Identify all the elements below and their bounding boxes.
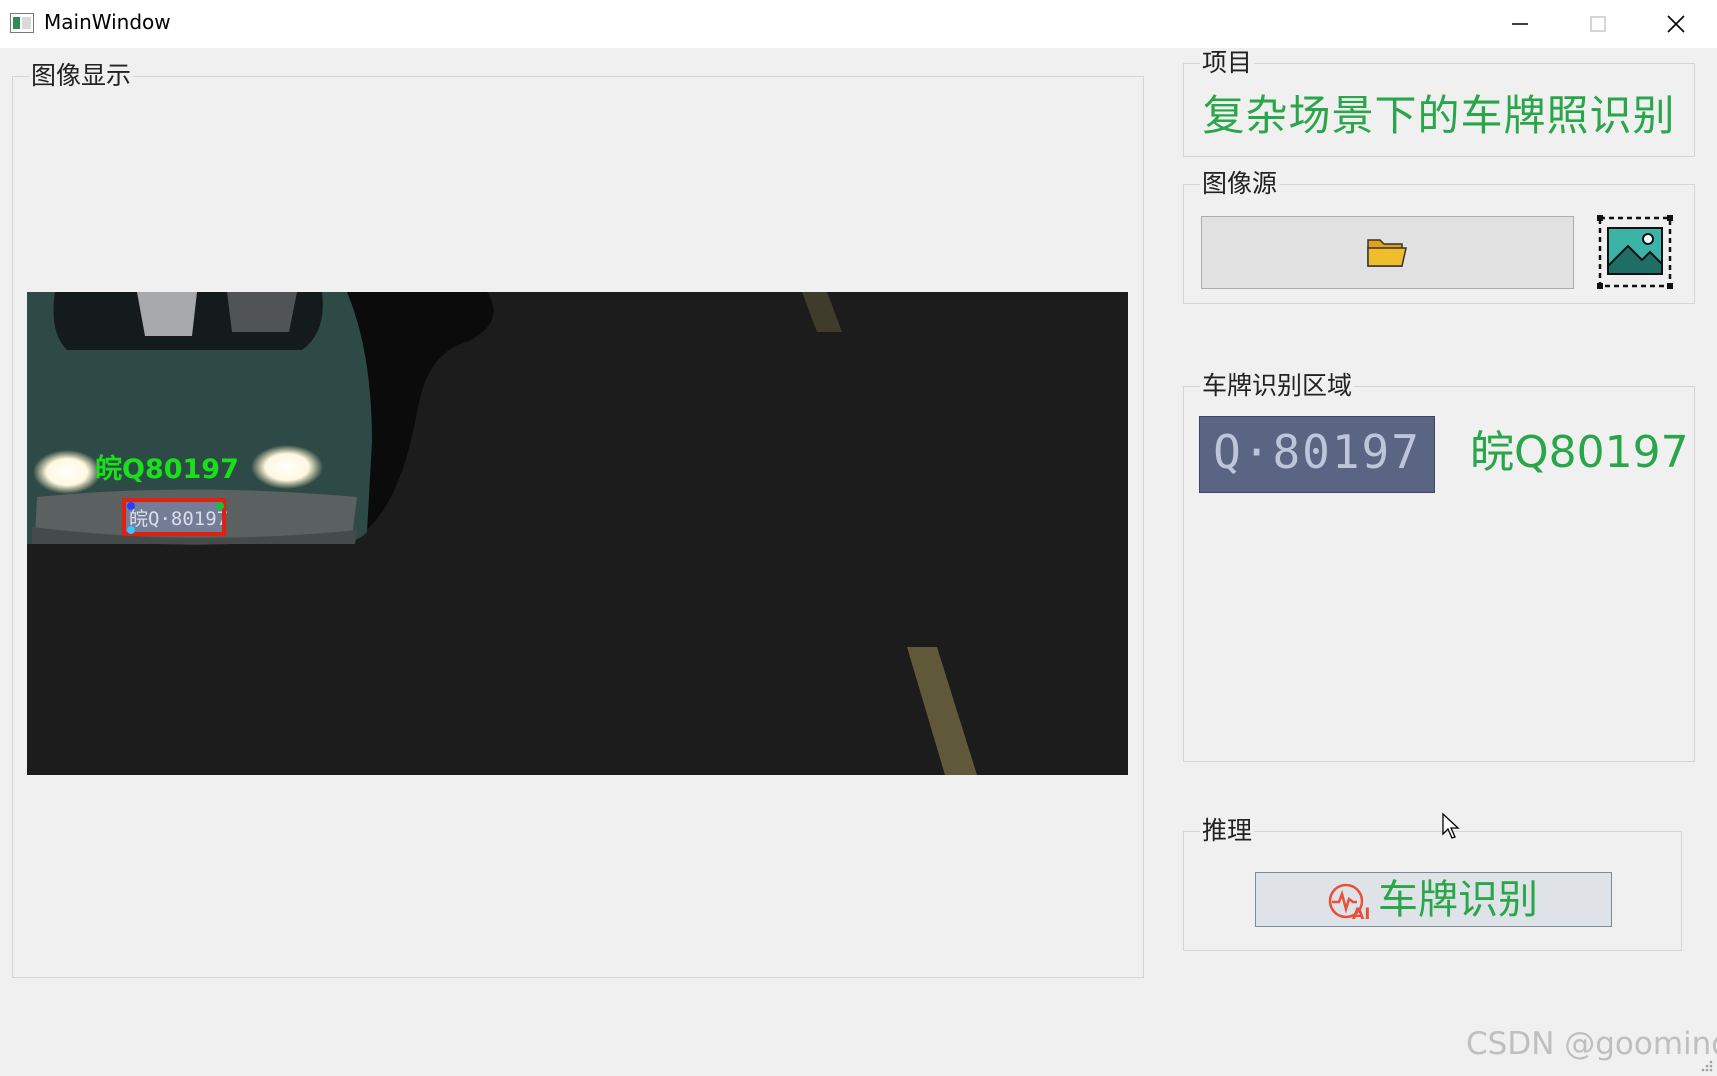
window-title: MainWindow	[44, 10, 171, 34]
plate-crop-image: Q·80197	[1199, 416, 1435, 493]
plate-area-title: 车牌识别区域	[1200, 371, 1355, 401]
open-folder-button[interactable]	[1201, 216, 1574, 289]
image-display-title: 图像显示	[29, 61, 134, 91]
close-button[interactable]	[1637, 0, 1715, 48]
maximize-button[interactable]	[1559, 0, 1637, 48]
project-name: 复杂场景下的车牌照识别	[1202, 91, 1676, 140]
close-icon	[1667, 15, 1685, 33]
size-grip-icon[interactable]	[1700, 1059, 1714, 1073]
folder-icon	[1367, 239, 1407, 267]
detection-image: 皖Q80197 皖Q·80197	[27, 292, 1128, 775]
recognize-button-label: 车牌识别	[1378, 877, 1538, 923]
project-group: 项目 复杂场景下的车牌照识别	[1183, 48, 1695, 157]
title-bar: MainWindow	[0, 0, 1717, 48]
minimize-button[interactable]	[1481, 0, 1559, 48]
mouse-cursor-icon	[1442, 812, 1460, 839]
minimize-icon	[1512, 23, 1528, 25]
plate-result-text: 皖Q80197	[1470, 427, 1689, 478]
maximize-icon	[1590, 16, 1606, 32]
image-display-canvas: 皖Q80197 皖Q·80197	[27, 292, 1128, 775]
inference-group: 推理 AI 车牌识别	[1183, 816, 1682, 951]
detected-plate-text: 皖Q·80197	[129, 508, 228, 530]
image-icon	[1597, 215, 1673, 289]
open-image-button[interactable]	[1596, 214, 1674, 290]
recognize-plate-button[interactable]: AI 车牌识别	[1255, 872, 1612, 927]
plate-crop-text: Q·80197	[1213, 425, 1421, 479]
watermark: CSDN @goomind	[1466, 1026, 1717, 1062]
plate-area-group: 车牌识别区域 Q·80197 皖Q80197	[1183, 371, 1695, 762]
overlay-label: 皖Q80197	[95, 454, 239, 485]
ai-icon: AI	[1328, 883, 1370, 921]
image-source-group: 图像源	[1183, 169, 1695, 304]
svg-text:AI: AI	[1352, 904, 1370, 921]
inference-title: 推理	[1200, 816, 1255, 846]
image-source-title: 图像源	[1200, 169, 1280, 199]
project-title: 项目	[1200, 48, 1255, 78]
app-icon	[10, 13, 34, 33]
